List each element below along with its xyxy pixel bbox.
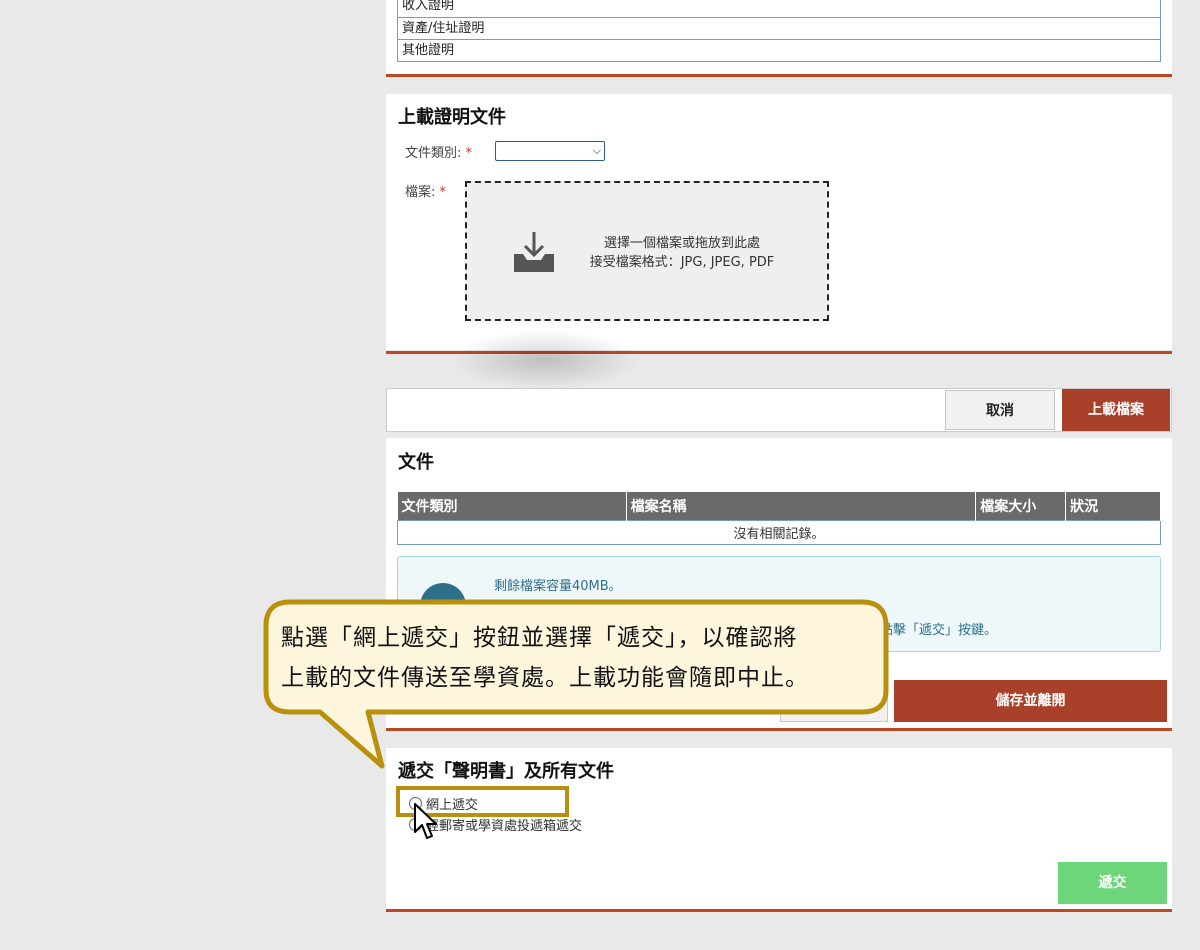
chevron-down-icon: ⌵ [592, 144, 601, 157]
callout-text: 點選「網上遞交」按鈕並選擇「遞交」，以確認將 上載的文件傳送至學資處。上載功能會… [281, 618, 881, 698]
doc-type-select[interactable]: ⌵ [495, 141, 605, 161]
required-mark: * [439, 185, 447, 200]
upload-section-title: 上載證明文件 [398, 107, 506, 128]
column-header-file-name[interactable]: 檔案名稱 [626, 492, 977, 520]
cancel-button[interactable]: 取消 [945, 390, 1055, 430]
dropzone-text: 選擇一個檔案或拖放到此處 接受檔案格式：JPG, JPEG, PDF [562, 234, 802, 272]
section-divider [386, 909, 1172, 912]
doc-type-label-text: 文件類別: [405, 146, 462, 161]
dropzone-line1: 選擇一個檔案或拖放到此處 [603, 236, 760, 251]
documents-section-title: 文件 [398, 452, 434, 473]
file-label: 檔案: * [405, 181, 446, 200]
empty-message: 沒有相關記錄。 [397, 519, 1161, 545]
submit-button[interactable]: 遞交 [1058, 862, 1167, 904]
submit-section-title: 遞交「聲明書」及所有文件 [398, 761, 614, 782]
column-header-status[interactable]: 狀況 [1065, 492, 1161, 520]
section-divider [386, 74, 1172, 77]
column-header-file-size[interactable]: 檔案大小 [975, 492, 1067, 520]
section-divider [386, 728, 1172, 731]
mouse-pointer-icon [414, 803, 437, 839]
doc-type-label: 文件類別: * [405, 142, 472, 161]
documents-table: 文件類別 檔案名稱 檔案大小 狀況 沒有相關記錄。 [397, 492, 1161, 545]
table-header-row: 文件類別 檔案名稱 檔案大小 狀況 [397, 492, 1161, 520]
file-label-text: 檔案: [405, 185, 436, 200]
save-and-exit-button[interactable]: 儲存並離開 [894, 680, 1167, 722]
required-mark: * [465, 146, 473, 161]
callout-line1: 點選「網上遞交」按鈕並選擇「遞交」，以確認將 [281, 625, 798, 651]
proof-type-other[interactable]: 其他證明 [398, 39, 1160, 61]
remaining-capacity-text: 剩餘檔案容量40MB。 [494, 579, 622, 594]
upload-file-button[interactable]: 上載檔案 [1062, 389, 1170, 431]
column-header-doc-type[interactable]: 文件類別 [397, 492, 627, 520]
drop-shadow [450, 330, 640, 390]
radio-post-label: 經郵寄或學資處投遞箱遞交 [426, 819, 583, 834]
proof-type-list: 收入證明 資產/住址證明 其他證明 [397, 0, 1161, 62]
callout-line2: 上載的文件傳送至學資處。上載功能會隨即中止。 [281, 665, 809, 691]
download-tray-icon [514, 232, 554, 272]
dropzone-line2: 接受檔案格式：JPG, JPEG, PDF [589, 255, 775, 270]
info-hint-text: 點擊「遞交」按鍵。 [880, 623, 998, 638]
proof-type-income[interactable]: 收入證明 [398, 0, 1160, 17]
proof-type-asset-address[interactable]: 資產/住址證明 [398, 17, 1160, 39]
table-row: 沒有相關記錄。 [397, 519, 1161, 545]
file-dropzone[interactable]: 選擇一個檔案或拖放到此處 接受檔案格式：JPG, JPEG, PDF [465, 181, 829, 321]
